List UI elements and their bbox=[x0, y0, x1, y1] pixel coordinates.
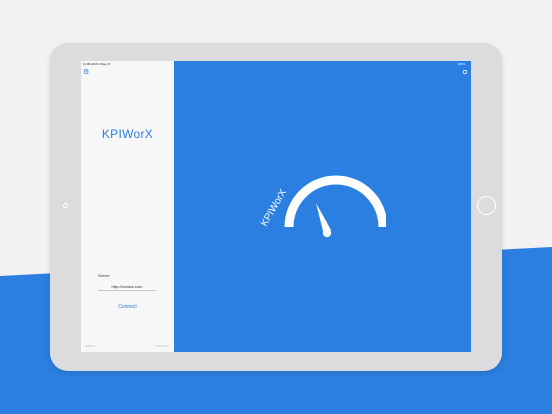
server-label: Server bbox=[98, 273, 110, 278]
square-icon[interactable] bbox=[463, 70, 467, 74]
footer-right: ICONICS Inc. bbox=[154, 345, 170, 348]
footer-left: KPIWorX bbox=[85, 345, 96, 348]
status-time: 11:08 AM Fri May 27 bbox=[83, 62, 111, 66]
gauge-logo: KPIWorX bbox=[259, 175, 386, 238]
home-button[interactable] bbox=[477, 196, 496, 215]
connection-sidebar: ⚙ KPIWorX Server Connect KPIWorX ICONICS… bbox=[81, 61, 174, 352]
app-title: KPIWorX bbox=[101, 127, 154, 141]
app-screen: ⚙ KPIWorX Server Connect KPIWorX ICONICS… bbox=[81, 61, 471, 352]
status-bar: 11:08 AM Fri May 27 100% bbox=[81, 61, 471, 67]
gear-icon[interactable]: ⚙ bbox=[83, 69, 90, 76]
connect-button[interactable]: Connect bbox=[81, 304, 174, 310]
camera-icon bbox=[63, 203, 68, 208]
server-input[interactable] bbox=[98, 282, 156, 291]
gauge-icon bbox=[284, 175, 386, 228]
status-battery: 100% bbox=[457, 62, 465, 66]
